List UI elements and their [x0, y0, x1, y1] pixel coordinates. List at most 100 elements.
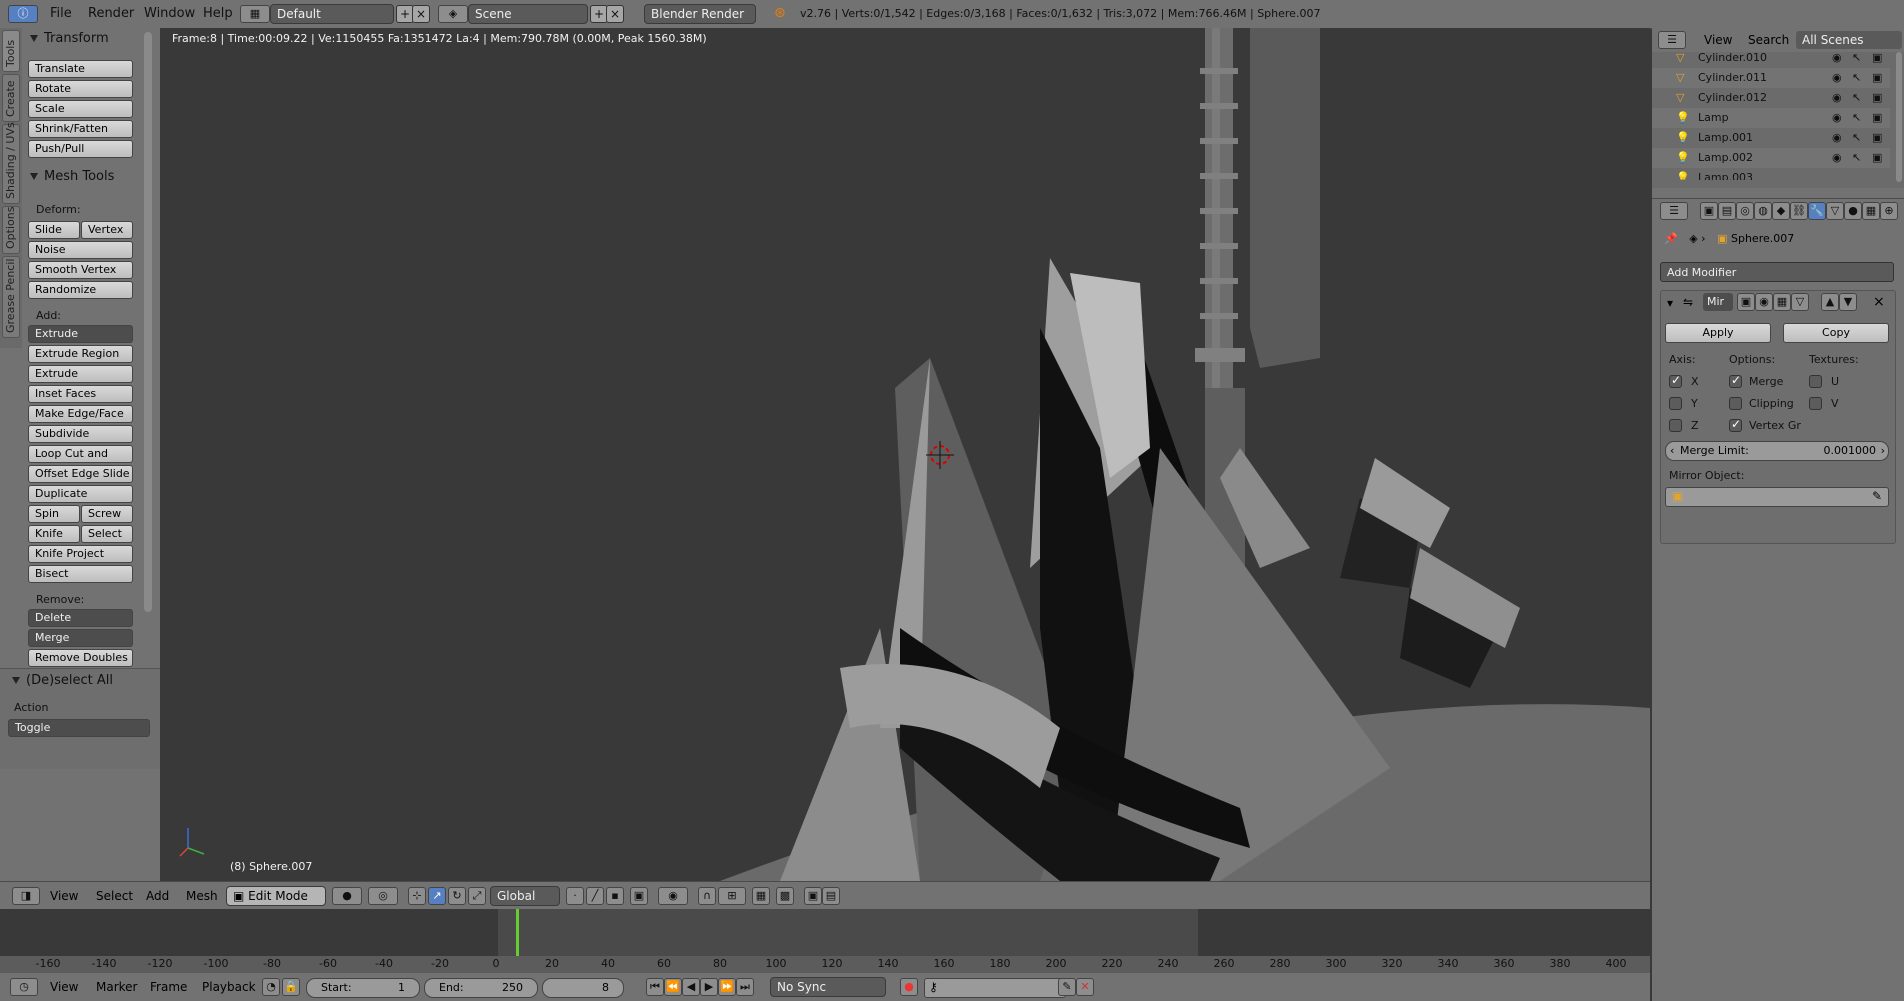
cursor-select-icon[interactable]: ↖	[1852, 68, 1861, 88]
tab-create[interactable]: Create	[2, 74, 20, 122]
axis-z-checkbox[interactable]	[1669, 419, 1682, 432]
timeline-frame-menu[interactable]: Frame	[150, 980, 187, 994]
render-display-icon[interactable]: ▽	[1791, 293, 1809, 311]
duplicate-button[interactable]: Duplicate	[28, 485, 133, 503]
texture-u-checkbox[interactable]	[1809, 375, 1822, 388]
face-select-icon[interactable]: ▪	[606, 887, 624, 905]
outliner-editor-icon[interactable]: ☰	[1658, 31, 1686, 49]
prev-keyframe-icon[interactable]: ⏪	[664, 978, 682, 996]
visibility-eye-icon[interactable]: ◉	[1832, 88, 1842, 108]
snap-element-icon[interactable]: ⊞	[718, 887, 746, 905]
world-tab-icon[interactable]: ◍	[1754, 202, 1772, 220]
tab-grease-pencil[interactable]: Grease Pencil	[2, 256, 20, 338]
viewport-shading-icon[interactable]: ●	[332, 887, 362, 905]
scene-icon[interactable]: ◈	[438, 5, 468, 23]
render-layers-tab-icon[interactable]: ▤	[1718, 202, 1736, 220]
scale-button[interactable]: Scale	[28, 100, 133, 118]
manipulator-toggle-icon[interactable]: ⊹	[408, 887, 426, 905]
texture-v-checkbox[interactable]	[1809, 397, 1822, 410]
delete-keyframe-icon[interactable]: ✕	[1076, 978, 1094, 996]
menu-help[interactable]: Help	[203, 0, 233, 28]
outliner-row[interactable]: ▽ Cylinder.011 ◉ ↖ ▣	[1652, 68, 1890, 88]
modifier-name-field[interactable]: Mir	[1703, 293, 1733, 311]
outliner-search-menu[interactable]: Search	[1748, 33, 1789, 47]
editmode-display-icon[interactable]: ◉	[1755, 293, 1773, 311]
snap-toggle-icon[interactable]: ∩	[698, 887, 716, 905]
scene-field[interactable]: Scene	[468, 4, 588, 24]
knife-select-button[interactable]: Select	[81, 525, 133, 543]
noise-button[interactable]: Noise	[28, 241, 133, 259]
modifiers-tab-icon[interactable]: 🔧	[1808, 202, 1826, 220]
edge-select-icon[interactable]: ╱	[586, 887, 604, 905]
pivot-point-icon[interactable]: ◎	[368, 887, 398, 905]
remove-doubles-button[interactable]: Remove Doubles	[28, 649, 133, 667]
properties-editor-icon[interactable]: ☰	[1660, 202, 1688, 220]
merge-checkbox[interactable]	[1729, 373, 1742, 388]
render-camera-icon[interactable]: ▣	[1872, 128, 1882, 148]
collapse-modifier-icon[interactable]: ▾	[1667, 296, 1673, 310]
cursor-select-icon[interactable]: ↖	[1852, 88, 1861, 108]
apply-button[interactable]: Apply	[1665, 323, 1771, 343]
timeline-editor-icon[interactable]: ◷	[10, 978, 38, 996]
loop-cut-slide-button[interactable]: Loop Cut and Slide	[28, 445, 133, 476]
material-tab-icon[interactable]: ●	[1844, 202, 1862, 220]
move-down-icon[interactable]: ▼	[1839, 293, 1857, 311]
opengl-render-icon[interactable]: ▣	[804, 887, 822, 905]
play-icon[interactable]: ▶	[700, 978, 718, 996]
info-editor-icon[interactable]: ⓘ	[8, 5, 38, 23]
outliner-row[interactable]: 💡 Lamp ◉ ↖ ▣	[1652, 108, 1890, 128]
remove-modifier-icon[interactable]: ×	[1873, 294, 1885, 310]
outliner-row[interactable]: 💡 Lamp.002 ◉ ↖ ▣	[1652, 148, 1890, 168]
spin-button[interactable]: Spin	[28, 505, 80, 523]
action-select[interactable]: Toggle	[8, 719, 150, 737]
knife-button[interactable]: Knife	[28, 525, 80, 543]
outliner-display-select[interactable]: All Scenes	[1796, 31, 1902, 49]
mesh-menu[interactable]: Mesh	[186, 889, 218, 903]
visibility-eye-icon[interactable]: ◉	[1832, 68, 1842, 88]
cursor-select-icon[interactable]: ↖	[1852, 148, 1861, 168]
scale-manipulator-icon[interactable]: ⤢	[468, 887, 486, 905]
tool-shelf-scrollbar[interactable]	[144, 32, 152, 612]
render-engine-select[interactable]: Blender Render	[644, 4, 756, 24]
preview-range-icon[interactable]: ◔	[262, 978, 280, 996]
shrink-fatten-button[interactable]: Shrink/Fatten	[28, 120, 133, 138]
offset-edge-slide-button[interactable]: Offset Edge Slide	[28, 465, 133, 483]
tab-tools[interactable]: Tools	[2, 30, 20, 72]
cursor-select-icon[interactable]: ↖	[1852, 108, 1861, 128]
mode-select[interactable]: ▣ Edit Mode	[226, 886, 326, 906]
menu-file[interactable]: File	[50, 0, 72, 28]
opengl-animation-icon[interactable]: ▤	[822, 887, 840, 905]
snap-target-icon[interactable]: ▦	[752, 887, 770, 905]
delete-dropdown[interactable]: Delete	[28, 609, 133, 627]
screw-button[interactable]: Screw	[81, 505, 133, 523]
visibility-eye-icon[interactable]: ◉	[1832, 48, 1842, 68]
cursor-select-icon[interactable]: ↖	[1852, 128, 1861, 148]
mirror-object-field[interactable]: ▣ ✎	[1665, 487, 1889, 507]
pin-icon[interactable]: 📌	[1664, 232, 1678, 245]
editor-type-icon[interactable]: ◨	[12, 887, 40, 905]
lock-range-icon[interactable]: 🔒	[282, 978, 300, 996]
insert-keyframe-icon[interactable]: ✎	[1058, 978, 1076, 996]
menu-render[interactable]: Render	[88, 0, 134, 28]
data-tab-icon[interactable]: ▽	[1826, 202, 1844, 220]
vertex-groups-checkbox[interactable]	[1729, 417, 1742, 432]
visibility-eye-icon[interactable]: ◉	[1832, 108, 1842, 128]
merge-limit-field[interactable]: ‹ Merge Limit: 0.001000 ›	[1665, 441, 1889, 461]
eyedropper-icon[interactable]: ✎	[1872, 489, 1882, 503]
tab-shading-uvs[interactable]: Shading / UVs	[2, 122, 20, 204]
add-modifier-select[interactable]: Add Modifier	[1660, 262, 1894, 282]
tab-options[interactable]: Options	[2, 206, 20, 254]
texture-tab-icon[interactable]: ▦	[1862, 202, 1880, 220]
copy-button[interactable]: Copy	[1783, 323, 1889, 343]
timeline-playback-menu[interactable]: Playback	[202, 980, 256, 994]
add-menu[interactable]: Add	[146, 889, 169, 903]
extrude-individual-button[interactable]: Extrude Individual	[28, 365, 133, 396]
outliner-view-menu[interactable]: View	[1704, 33, 1732, 47]
start-frame-field[interactable]: Start: 1	[306, 978, 420, 998]
visibility-eye-icon[interactable]: ◉	[1832, 148, 1842, 168]
rotate-manipulator-icon[interactable]: ↻	[448, 887, 466, 905]
scene-tab-icon[interactable]: ◎	[1736, 202, 1754, 220]
render-camera-icon[interactable]: ▣	[1872, 88, 1882, 108]
transform-panel-header[interactable]: Transform	[30, 31, 109, 46]
clipping-checkbox[interactable]	[1729, 397, 1742, 410]
